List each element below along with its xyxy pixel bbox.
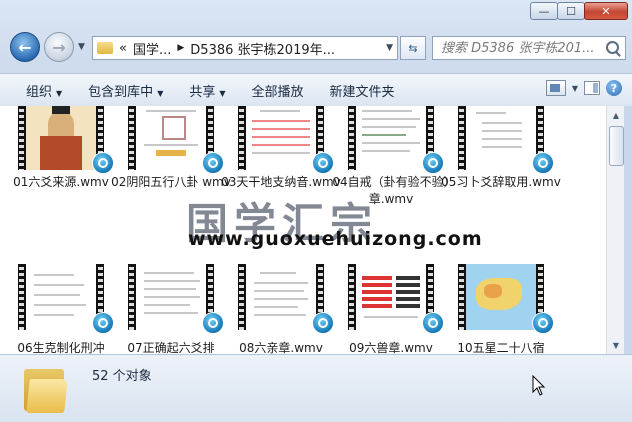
organize-label: 组织 (26, 84, 53, 100)
minimize-icon: — (538, 4, 550, 18)
include-library-label: 包含到库中 (88, 84, 154, 100)
video-thumbnail (238, 106, 324, 170)
video-thumbnail (238, 264, 324, 330)
play-all-label: 全部播放 (251, 84, 304, 100)
media-player-icon (312, 312, 334, 334)
video-thumbnail (348, 264, 434, 330)
item-count: 52 个对象 (92, 369, 152, 384)
arrow-left-icon: ← (18, 37, 32, 57)
media-player-icon (92, 152, 114, 174)
breadcrumb-overflow[interactable]: « (119, 41, 127, 56)
share-button[interactable]: 共享 ▼ (189, 81, 225, 100)
file-name: 01六爻来源.wmv (13, 175, 109, 189)
window-controls: — ☐ ✕ (530, 2, 628, 20)
video-thumbnail (18, 264, 104, 330)
chevron-down-icon[interactable]: ▼ (572, 84, 578, 93)
file-list: 01六爻来源.wmv 02阴阳五行八卦 wmv 03天干地支纳音.wmv 04自… (0, 106, 606, 354)
file-name: 06生克制化刑冲 (17, 341, 105, 354)
media-player-icon (422, 152, 444, 174)
media-player-icon (532, 312, 554, 334)
video-thumbnail (458, 264, 544, 330)
window-border (624, 106, 632, 354)
play-all-button[interactable]: 全部播放 (252, 81, 304, 100)
video-thumbnail (348, 106, 434, 170)
video-thumbnail (18, 106, 104, 170)
forward-button[interactable]: → (44, 32, 74, 62)
back-button[interactable]: ← (10, 32, 40, 62)
media-player-icon (532, 152, 554, 174)
media-player-icon (202, 312, 224, 334)
close-button[interactable]: ✕ (584, 2, 628, 20)
view-controls: ▼ ? (545, 80, 622, 96)
media-player-icon (422, 312, 444, 334)
scroll-thumb[interactable] (609, 126, 624, 166)
breadcrumb-segment-2[interactable]: D5386 张宇栋2019年... (190, 39, 335, 58)
maximize-icon: ☐ (566, 4, 576, 18)
video-thumbnail (128, 264, 214, 330)
explorer-window: — ☐ ✕ ← → ▼ « 国学... ▶ D5386 张宇栋2019年... … (0, 0, 632, 422)
search-icon[interactable] (606, 41, 619, 54)
media-player-icon (312, 152, 334, 174)
scroll-down-icon[interactable]: ▼ (609, 338, 623, 352)
search-input[interactable] (441, 40, 611, 56)
minimize-button[interactable]: — (530, 2, 558, 20)
preview-pane-icon[interactable] (584, 81, 600, 95)
change-view-icon[interactable] (545, 80, 566, 96)
maximize-button[interactable]: ☐ (557, 2, 585, 20)
folder-icon (22, 363, 68, 413)
refresh-button[interactable]: ⇆ (400, 36, 426, 60)
file-name: 08六亲章.wmv (239, 341, 323, 354)
chevron-right-icon[interactable]: ▶ (177, 43, 184, 53)
file-name: 07正确起六爻排 (127, 341, 215, 354)
file-name: 10五星二十八宿 (457, 341, 545, 354)
vertical-scrollbar[interactable]: ▲ ▼ (606, 106, 625, 354)
chevron-down-icon: ▼ (219, 88, 226, 98)
recent-pages-dropdown[interactable]: ▼ (78, 42, 85, 52)
video-thumbnail (458, 106, 544, 170)
new-folder-button[interactable]: 新建文件夹 (330, 81, 395, 100)
status-bar: 52 个对象 (0, 354, 632, 422)
video-thumbnail (128, 106, 214, 170)
media-player-icon (202, 152, 224, 174)
chevron-down-icon: ▼ (78, 42, 85, 52)
organize-button[interactable]: 组织 ▼ (26, 81, 62, 100)
refresh-icon: ⇆ (408, 41, 418, 55)
file-name: 09六兽章.wmv (349, 341, 433, 354)
new-folder-label: 新建文件夹 (329, 84, 395, 100)
mouse-cursor-icon (532, 375, 546, 396)
arrow-right-icon: → (52, 37, 66, 57)
navigation-bar: ← → ▼ « 国学... ▶ D5386 张宇栋2019年... ▼ ⇆ (0, 28, 632, 72)
close-icon: ✕ (601, 4, 611, 18)
breadcrumb-segment-1[interactable]: 国学... (133, 39, 171, 58)
include-in-library-button[interactable]: 包含到库中 ▼ (88, 81, 163, 100)
help-icon[interactable]: ? (606, 80, 622, 96)
address-bar[interactable]: « 国学... ▶ D5386 张宇栋2019年... ▼ (92, 36, 398, 60)
address-dropdown-icon[interactable]: ▼ (386, 43, 393, 53)
search-box (432, 36, 626, 60)
file-name: 03天干地支纳音.wmv (221, 175, 341, 189)
folder-icon (97, 42, 113, 54)
chevron-down-icon: ▼ (157, 88, 164, 98)
command-toolbar: 组织 ▼ 包含到库中 ▼ 共享 ▼ 全部播放 新建文件夹 ▼ ? (0, 73, 632, 107)
watermark-url: www.guoxuehuizong.com (188, 228, 483, 250)
share-label: 共享 (189, 84, 216, 100)
chevron-down-icon: ▼ (56, 88, 63, 98)
file-name: 02阴阳五行八卦 wmv (111, 175, 231, 189)
media-player-icon (92, 312, 114, 334)
file-name: 05习卜爻辞取用.wmv (441, 175, 561, 189)
scroll-up-icon[interactable]: ▲ (609, 108, 623, 122)
